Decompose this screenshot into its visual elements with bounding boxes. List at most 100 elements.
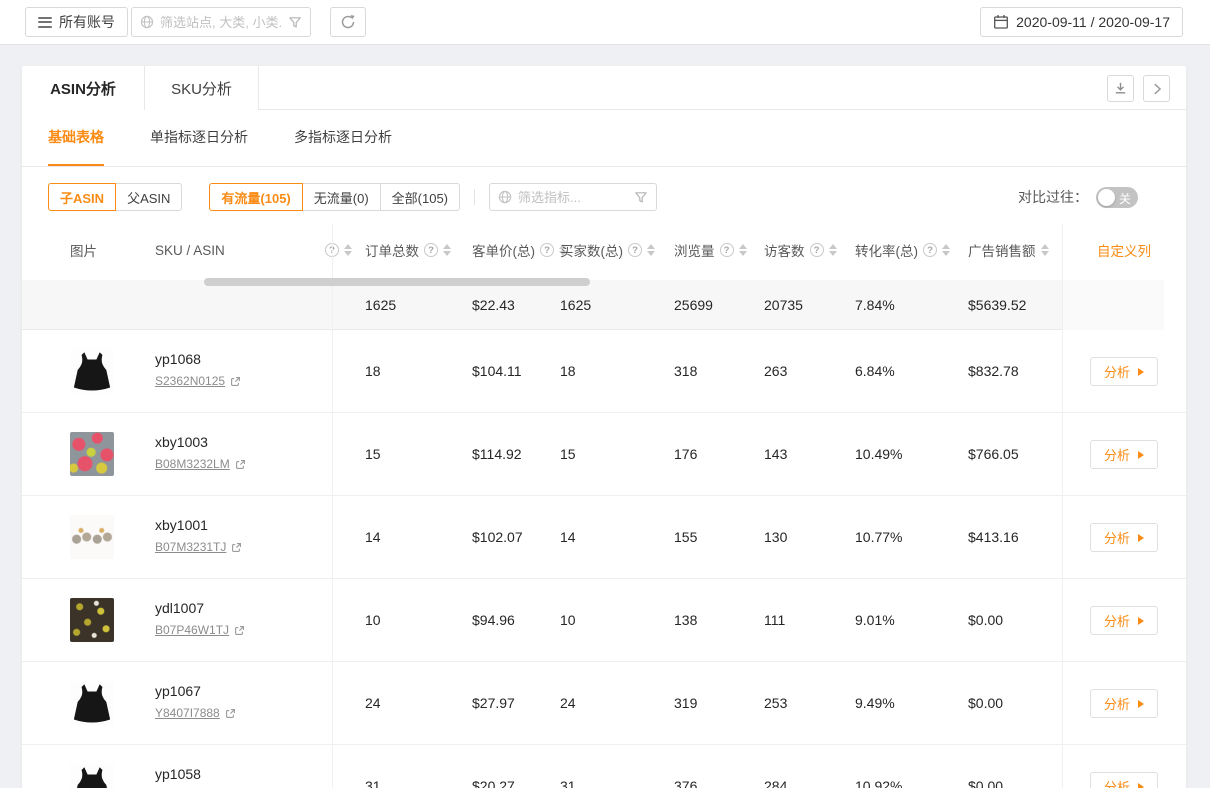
all-traffic-button[interactable]: 全部(105) bbox=[380, 183, 460, 211]
table-row: xby1003 B08M3232LM 15 $114.92 15 176 143… bbox=[22, 413, 1186, 496]
with-traffic-button[interactable]: 有流量(105) bbox=[209, 183, 302, 211]
column-header-buyers[interactable]: 买家数(总) bbox=[560, 224, 655, 276]
help-icon[interactable] bbox=[540, 243, 554, 257]
analysis-card: ASIN分析 SKU分析 基础表格 单指标逐日分析 多指标逐日分析 bbox=[22, 66, 1186, 788]
column-header-ad-sales[interactable]: 广告销售额 bbox=[968, 224, 1049, 276]
tab-label: SKU分析 bbox=[171, 78, 232, 99]
toggle-state-label: 关 bbox=[1119, 190, 1131, 207]
help-icon[interactable] bbox=[720, 243, 734, 257]
totals-row: 1625 $22.43 1625 25699 20735 7.84% $5639… bbox=[22, 280, 1164, 330]
product-image bbox=[70, 515, 114, 559]
all-accounts-label: 所有账号 bbox=[59, 12, 115, 32]
sort-icon[interactable] bbox=[344, 244, 352, 256]
column-header-visitors[interactable]: 访客数 bbox=[764, 224, 837, 276]
sort-icon[interactable] bbox=[942, 244, 950, 256]
help-icon[interactable] bbox=[923, 243, 937, 257]
globe-icon bbox=[498, 190, 512, 204]
analyze-button[interactable]: 分析 bbox=[1090, 440, 1158, 469]
no-traffic-button[interactable]: 无流量(0) bbox=[302, 183, 381, 211]
analyze-button[interactable]: 分析 bbox=[1090, 357, 1158, 386]
table-header: 图片 SKU / ASIN 订单总数 客单价(总) 买家数(总) 浏览量 访客数 bbox=[22, 224, 1186, 276]
toggle-knob bbox=[1098, 189, 1115, 206]
compare-toggle[interactable]: 关 bbox=[1096, 187, 1138, 208]
sku-label: yp1068 bbox=[155, 351, 241, 367]
tab-sku-analysis[interactable]: SKU分析 bbox=[145, 66, 259, 110]
subtab-multi-metric-daily[interactable]: 多指标逐日分析 bbox=[294, 110, 392, 166]
play-icon bbox=[1138, 700, 1144, 708]
metric-filter-select[interactable] bbox=[489, 183, 657, 211]
asin-link[interactable]: B07P46W1TJ bbox=[155, 623, 229, 637]
ad-sales-cell: $0.00 bbox=[968, 695, 1003, 711]
table-row: yp1067 Y8407I7888 24 $27.97 24 319 253 9… bbox=[22, 662, 1186, 745]
tab-bar: ASIN分析 SKU分析 bbox=[22, 66, 1186, 110]
ad-sales-cell: $766.05 bbox=[968, 446, 1019, 462]
sort-icon[interactable] bbox=[443, 244, 451, 256]
refresh-button[interactable] bbox=[330, 7, 366, 37]
asin-type-group: 子ASIN 父ASIN bbox=[48, 183, 182, 211]
horizontal-scrollbar[interactable] bbox=[204, 278, 590, 286]
column-header-avg-price[interactable]: 客单价(总) bbox=[472, 224, 567, 276]
column-header-clipped[interactable] bbox=[325, 224, 352, 276]
analyze-button[interactable]: 分析 bbox=[1090, 772, 1158, 788]
views-cell: 138 bbox=[674, 612, 697, 628]
parent-asin-button[interactable]: 父ASIN bbox=[115, 183, 182, 211]
external-link-icon bbox=[234, 625, 245, 636]
site-filter-input[interactable] bbox=[160, 15, 282, 30]
sort-icon[interactable] bbox=[1041, 244, 1049, 256]
views-cell: 176 bbox=[674, 446, 697, 462]
sort-icon[interactable] bbox=[829, 244, 837, 256]
analyze-button[interactable]: 分析 bbox=[1090, 689, 1158, 718]
external-link-icon bbox=[225, 708, 236, 719]
custom-columns-button[interactable]: 自定义列 bbox=[1062, 224, 1186, 276]
buyers-cell: 14 bbox=[560, 529, 576, 545]
asin-link[interactable]: S2362N0125 bbox=[155, 374, 225, 388]
play-icon bbox=[1138, 617, 1144, 625]
column-header-conversion[interactable]: 转化率(总) bbox=[855, 224, 950, 276]
avg-price-cell: $114.92 bbox=[472, 446, 522, 462]
avg-price-cell: $27.97 bbox=[472, 695, 515, 711]
visitors-cell: 253 bbox=[764, 695, 787, 711]
conversion-cell: 9.01% bbox=[855, 612, 895, 628]
subtab-basic-table[interactable]: 基础表格 bbox=[48, 110, 104, 166]
column-header-views[interactable]: 浏览量 bbox=[674, 224, 747, 276]
asin-link[interactable]: B07M3231TJ bbox=[155, 540, 226, 554]
column-header-sku-asin: SKU / ASIN bbox=[155, 224, 225, 276]
collapse-button[interactable] bbox=[1143, 75, 1170, 102]
asin-link[interactable]: B08M3232LM bbox=[155, 457, 230, 471]
column-header-orders[interactable]: 订单总数 bbox=[365, 224, 451, 276]
subtab-single-metric-daily[interactable]: 单指标逐日分析 bbox=[150, 110, 248, 166]
child-asin-button[interactable]: 子ASIN bbox=[48, 183, 116, 211]
download-icon bbox=[1113, 81, 1128, 96]
all-accounts-button[interactable]: 所有账号 bbox=[25, 7, 128, 37]
help-icon[interactable] bbox=[628, 243, 642, 257]
filter-row: 子ASIN 父ASIN 有流量(105) 无流量(0) 全部(105) 对比过往… bbox=[22, 183, 1186, 211]
tab-asin-analysis[interactable]: ASIN分析 bbox=[22, 66, 145, 110]
total-conversion: 7.84% bbox=[855, 297, 895, 313]
compare-past-label: 对比过往： bbox=[1018, 187, 1088, 207]
top-bar: 所有账号 2020-09-11 / 2020-09-17 bbox=[0, 0, 1210, 45]
ad-sales-cell: $413.16 bbox=[968, 529, 1019, 545]
help-icon[interactable] bbox=[424, 243, 438, 257]
play-icon bbox=[1138, 368, 1144, 376]
product-image bbox=[70, 764, 114, 788]
subtab-label: 单指标逐日分析 bbox=[150, 127, 248, 147]
product-image bbox=[70, 598, 114, 642]
site-filter-select[interactable] bbox=[131, 7, 311, 37]
sort-icon[interactable] bbox=[739, 244, 747, 256]
metric-filter-input[interactable] bbox=[518, 190, 628, 205]
asin-link[interactable]: Y8407I7888 bbox=[155, 706, 220, 720]
help-icon[interactable] bbox=[810, 243, 824, 257]
sku-label: yp1067 bbox=[155, 683, 236, 699]
fixed-left-divider bbox=[332, 224, 333, 788]
avg-price-cell: $104.11 bbox=[472, 363, 522, 379]
analyze-button[interactable]: 分析 bbox=[1090, 523, 1158, 552]
orders-cell: 10 bbox=[365, 612, 381, 628]
download-button[interactable] bbox=[1107, 75, 1134, 102]
buyers-cell: 24 bbox=[560, 695, 576, 711]
conversion-cell: 10.49% bbox=[855, 446, 902, 462]
external-link-icon bbox=[235, 459, 246, 470]
analyze-button[interactable]: 分析 bbox=[1090, 606, 1158, 635]
sort-icon[interactable] bbox=[647, 244, 655, 256]
date-range-picker[interactable]: 2020-09-11 / 2020-09-17 bbox=[980, 7, 1183, 37]
subtab-label: 多指标逐日分析 bbox=[294, 127, 392, 147]
